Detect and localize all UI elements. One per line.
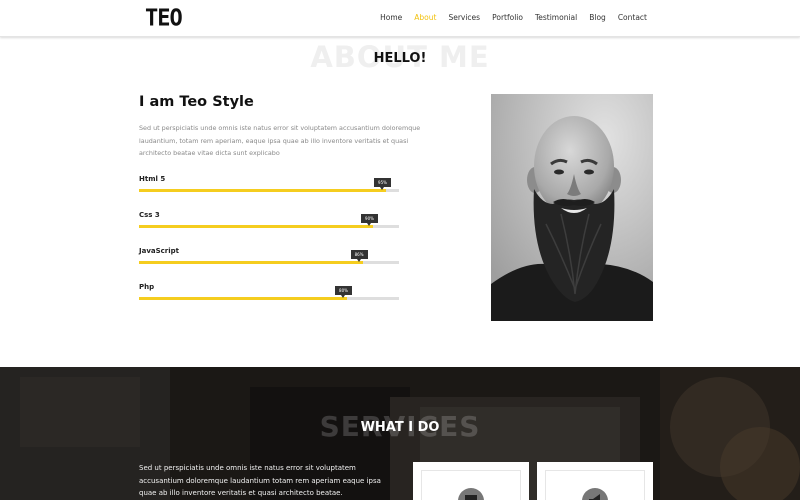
- skill-bar-fill: [139, 261, 363, 264]
- main-nav: Home About Services Portfolio Testimonia…: [380, 13, 647, 22]
- skill-bar-track: [139, 189, 399, 192]
- nav-home[interactable]: Home: [380, 13, 402, 22]
- nav-testimonial[interactable]: Testimonial: [535, 13, 577, 22]
- nav-portfolio[interactable]: Portfolio: [492, 13, 523, 22]
- skill-bar-track: [139, 225, 399, 228]
- bearded-man-portrait: [491, 94, 653, 321]
- nav-services[interactable]: Services: [448, 13, 480, 22]
- nav-contact[interactable]: Contact: [618, 13, 647, 22]
- skill-label: Php: [139, 283, 155, 291]
- services-section: SERVICES WHAT I DO Sed ut perspiciatis u…: [0, 367, 800, 500]
- profile-photo: [491, 94, 653, 321]
- skill-bar-fill: [139, 297, 347, 300]
- skill-percent-badge: 80%: [335, 286, 352, 298]
- skill-label: Css 3: [139, 211, 160, 219]
- services-description: Sed ut perspiciatis unde omnis iste natu…: [139, 464, 381, 497]
- skill-percent-badge: 90%: [361, 214, 378, 226]
- services-section-title: WHAT I DO: [360, 420, 440, 435]
- skill-javascript: JavaScript 86%: [139, 247, 399, 277]
- skill-label: Html 5: [139, 175, 166, 183]
- about-description: Sed ut perspiciatis unde omnis iste natu…: [139, 124, 421, 157]
- about-heading: I am Teo Style: [139, 94, 254, 110]
- skill-percent-badge: 95%: [374, 178, 391, 190]
- skill-html5: Html 5 95%: [139, 175, 399, 205]
- service-card[interactable]: [537, 462, 653, 500]
- skill-css3: Css 3 90%: [139, 211, 399, 241]
- skill-label: JavaScript: [139, 247, 180, 255]
- skill-bar-fill: [139, 225, 373, 228]
- nav-blog[interactable]: Blog: [589, 13, 606, 22]
- about-section-title: HELLO!: [373, 51, 427, 66]
- skill-bar-track: [139, 297, 399, 300]
- nav-about[interactable]: About: [414, 13, 436, 22]
- service-card[interactable]: [413, 462, 529, 500]
- site-header: TEO Home About Services Portfolio Testim…: [0, 0, 800, 37]
- skill-percent-badge: 86%: [350, 250, 368, 262]
- site-logo[interactable]: TEO: [145, 5, 183, 31]
- skill-bar-fill: [139, 189, 386, 192]
- skill-php: Php 80%: [139, 283, 399, 313]
